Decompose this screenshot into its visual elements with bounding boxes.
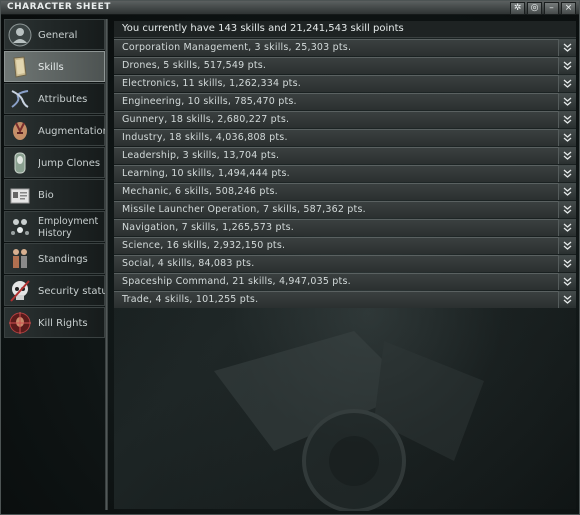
chevron-down-icon[interactable] [558, 111, 576, 128]
skill-group-label: Engineering, 10 skills, 785,470 pts. [122, 96, 297, 107]
skills-summary: You currently have 143 skills and 21,241… [114, 21, 576, 38]
sidebar-item-jump-clones[interactable]: Jump Clones [4, 147, 105, 178]
chevron-down-icon[interactable] [558, 75, 576, 92]
skill-group-label: Mechanic, 6 skills, 508,246 pts. [122, 186, 278, 197]
sidebar-item-label: Security status [38, 285, 108, 297]
chevron-down-icon[interactable] [558, 237, 576, 254]
chevron-down-icon[interactable] [558, 93, 576, 110]
portrait-icon [8, 23, 32, 47]
skill-group-label: Navigation, 7 skills, 1,265,573 pts. [122, 222, 294, 233]
skill-group-label: Learning, 10 skills, 1,494,444 pts. [122, 168, 290, 179]
skills-panel: You currently have 143 skills and 21,241… [114, 21, 576, 511]
sidebar-item-bio[interactable]: Bio [4, 179, 105, 210]
background-artwork [214, 331, 484, 511]
sidebar-item-label: General [38, 29, 78, 41]
chevron-down-icon[interactable] [558, 39, 576, 56]
skill-group-label: Spaceship Command, 21 skills, 4,947,035 … [122, 276, 351, 287]
skill-group-label: Drones, 5 skills, 517,549 pts. [122, 60, 267, 71]
chevron-down-icon[interactable] [558, 201, 576, 218]
chevron-down-icon[interactable] [558, 165, 576, 182]
augmented-head-icon [13, 122, 27, 140]
skill-group-row[interactable]: Trade, 4 skills, 101,255 pts. [114, 291, 576, 308]
sidebar-item-kill-rights[interactable]: Kill Rights [4, 307, 105, 338]
dna-helix-icon [11, 90, 29, 108]
chevron-down-icon[interactable] [558, 255, 576, 272]
target-head-icon [9, 312, 31, 334]
skill-group-row[interactable]: Corporation Management, 3 skills, 25,303… [114, 39, 576, 56]
skill-group-row[interactable]: Spaceship Command, 21 skills, 4,947,035 … [114, 273, 576, 290]
skill-group-label: Industry, 18 skills, 4,036,808 pts. [122, 132, 288, 143]
title-bar[interactable]: CHARACTER SHEET ✲ ◎ – × [1, 1, 579, 15]
pin-button[interactable]: ◎ [527, 2, 542, 15]
close-button[interactable]: × [561, 2, 576, 15]
sidebar-item-label: Employment History [38, 215, 99, 239]
skill-group-label: Leadership, 3 skills, 13,704 pts. [122, 150, 280, 161]
document-icon [10, 188, 30, 204]
figures-icon [13, 249, 27, 268]
settings-button[interactable]: ✲ [510, 2, 525, 15]
skill-group-row[interactable]: Industry, 18 skills, 4,036,808 pts. [114, 129, 576, 146]
chevron-down-icon[interactable] [558, 273, 576, 290]
skill-group-row[interactable]: Leadership, 3 skills, 13,704 pts. [114, 147, 576, 164]
skill-group-label: Science, 16 skills, 2,932,150 pts. [122, 240, 286, 251]
skill-group-row[interactable]: Navigation, 7 skills, 1,265,573 pts. [114, 219, 576, 236]
window-title: CHARACTER SHEET [7, 2, 111, 12]
minimize-button[interactable]: – [544, 2, 559, 15]
sidebar-item-employment-history[interactable]: Employment History [4, 211, 105, 242]
skill-group-label: Trade, 4 skills, 101,255 pts. [122, 294, 259, 305]
skill-group-row[interactable]: Social, 4 skills, 84,083 pts. [114, 255, 576, 272]
skill-group-row[interactable]: Engineering, 10 skills, 785,470 pts. [114, 93, 576, 110]
skill-group-label: Missile Launcher Operation, 7 skills, 58… [122, 204, 366, 215]
chevron-down-icon[interactable] [558, 219, 576, 236]
sidebar-item-standings[interactable]: Standings [4, 243, 105, 274]
sidebar-item-label: Standings [38, 253, 88, 265]
chevron-down-icon[interactable] [558, 129, 576, 146]
sidebar-item-label: Jump Clones [38, 157, 101, 169]
skill-group-row[interactable]: Drones, 5 skills, 517,549 pts. [114, 57, 576, 74]
employees-icon [11, 219, 29, 235]
skill-group-row[interactable]: Science, 16 skills, 2,932,150 pts. [114, 237, 576, 254]
chevron-down-icon[interactable] [558, 147, 576, 164]
sidebar-item-general[interactable]: General [4, 19, 105, 50]
skill-group-row[interactable]: Mechanic, 6 skills, 508,246 pts. [114, 183, 576, 200]
skill-group-label: Electronics, 11 skills, 1,262,334 pts. [122, 78, 301, 89]
sidebar: General Skills Attributes Augmentations … [4, 19, 108, 339]
sidebar-item-security-status[interactable]: Security status [4, 275, 108, 306]
sidebar-item-label: Augmentations [38, 125, 108, 137]
chevron-down-icon[interactable] [558, 183, 576, 200]
skill-group-label: Corporation Management, 3 skills, 25,303… [122, 42, 352, 53]
sidebar-item-skills[interactable]: Skills [4, 51, 105, 82]
sidebar-item-attributes[interactable]: Attributes [4, 83, 105, 114]
sidebar-item-label: Skills [38, 61, 64, 73]
chevron-down-icon[interactable] [558, 57, 576, 74]
skill-group-label: Gunnery, 18 skills, 2,680,227 pts. [122, 114, 290, 125]
skill-group-row[interactable]: Learning, 10 skills, 1,494,444 pts. [114, 165, 576, 182]
skill-group-row[interactable]: Electronics, 11 skills, 1,262,334 pts. [114, 75, 576, 92]
skill-group-label: Social, 4 skills, 84,083 pts. [122, 258, 255, 269]
skill-group-row[interactable]: Gunnery, 18 skills, 2,680,227 pts. [114, 111, 576, 128]
sidebar-item-label: Bio [38, 189, 54, 201]
skill-group-row[interactable]: Missile Launcher Operation, 7 skills, 58… [114, 201, 576, 218]
skill-book-icon [13, 56, 27, 78]
sidebar-item-augmentations[interactable]: Augmentations [4, 115, 108, 146]
character-sheet-window: CHARACTER SHEET ✲ ◎ – × General Skills A… [0, 0, 580, 515]
sidebar-item-label: Attributes [38, 93, 88, 105]
clone-vat-icon [14, 152, 26, 174]
chevron-down-icon[interactable] [558, 291, 576, 308]
panel-divider[interactable] [105, 19, 108, 510]
sidebar-item-label: Kill Rights [38, 317, 88, 329]
skull-icon [10, 280, 30, 302]
